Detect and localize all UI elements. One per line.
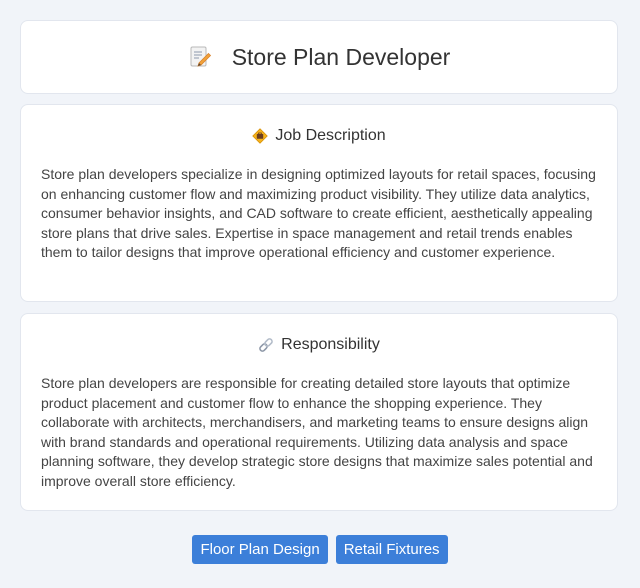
briefcase-diamond-icon	[252, 128, 269, 144]
memo-pencil-icon	[188, 45, 212, 69]
header-card: Store Plan Developer	[20, 20, 618, 94]
job-description-heading: Job Description	[21, 127, 617, 145]
responsibility-title: Responsibility	[281, 336, 380, 353]
link-icon	[258, 337, 274, 353]
tag-retail-fixtures[interactable]: Retail Fixtures	[335, 535, 448, 564]
tag-floor-plan-design[interactable]: Floor Plan Design	[192, 535, 328, 564]
responsibility-heading: Responsibility	[21, 336, 617, 354]
job-description-card: Job Description Store plan developers sp…	[20, 104, 618, 302]
job-description-text: Store plan developers specialize in desi…	[41, 166, 596, 260]
job-description-title: Job Description	[275, 127, 386, 144]
responsibility-card: Responsibility Store plan developers are…	[20, 313, 618, 511]
skill-tags: Floor Plan Design Retail Fixtures	[0, 535, 640, 564]
page-title: Store Plan Developer	[231, 43, 451, 70]
responsibility-text: Store plan developers are responsible fo…	[41, 375, 593, 489]
